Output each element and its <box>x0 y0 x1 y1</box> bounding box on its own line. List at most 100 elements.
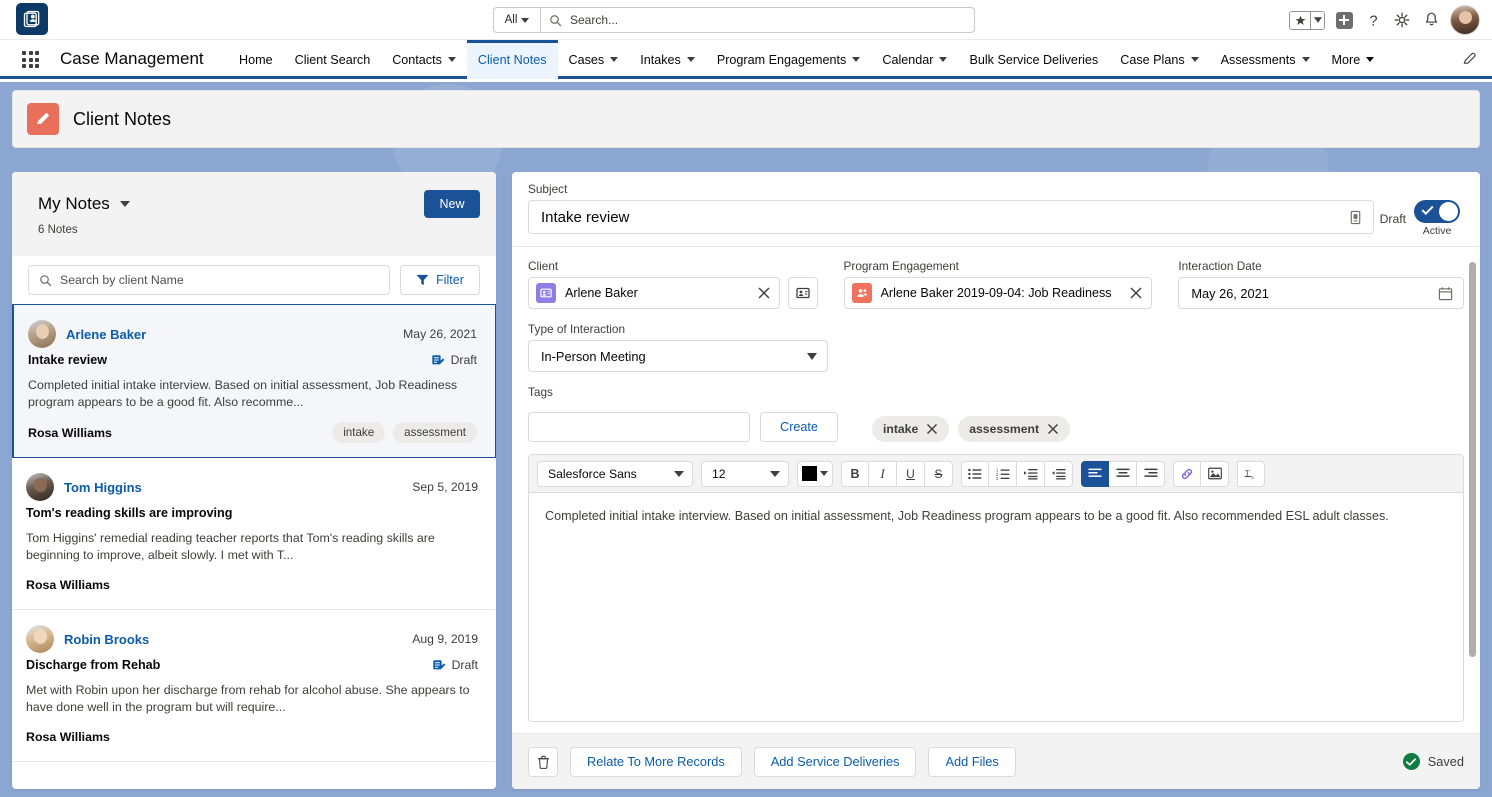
numbered-list-button[interactable]: 123 <box>989 461 1017 487</box>
nav-item-more[interactable]: More <box>1321 40 1386 79</box>
nav-item-calendar[interactable]: Calendar <box>871 40 958 79</box>
pencil-icon[interactable] <box>1462 51 1478 67</box>
calendar-icon[interactable] <box>1438 286 1453 301</box>
search-placeholder: Search... <box>570 13 618 27</box>
underline-button[interactable]: U <box>897 461 925 487</box>
italic-button[interactable]: I <box>869 461 897 487</box>
insert-link-button[interactable] <box>1173 461 1201 487</box>
nav-item-contacts[interactable]: Contacts <box>381 40 467 79</box>
insert-image-button[interactable] <box>1201 461 1229 487</box>
nav-item-cases[interactable]: Cases <box>558 40 630 79</box>
bulleted-list-button[interactable] <box>961 461 989 487</box>
new-note-button[interactable]: New <box>424 190 480 218</box>
favorites-control[interactable] <box>1289 11 1325 30</box>
app-launcher-icon[interactable] <box>22 51 40 69</box>
delete-note-button[interactable] <box>528 747 558 777</box>
note-list-item[interactable]: Tom HigginsSep 5, 2019Tom's reading skil… <box>12 458 496 610</box>
tag-chip[interactable]: assessment <box>958 416 1070 442</box>
note-list-item[interactable]: Robin BrooksAug 9, 2019Discharge from Re… <box>12 610 496 762</box>
add-service-deliveries-button[interactable]: Add Service Deliveries <box>754 747 917 777</box>
close-icon[interactable] <box>757 286 771 300</box>
text-color-picker[interactable] <box>797 461 833 487</box>
detail-panel-scrollbar-thumb[interactable] <box>1469 262 1476 657</box>
chevron-down-icon <box>852 57 860 62</box>
nav-item-assessments[interactable]: Assessments <box>1210 40 1321 79</box>
client-name-search-input[interactable]: Search by client Name <box>28 265 390 295</box>
align-center-button[interactable] <box>1109 461 1137 487</box>
global-header: All Search... ? <box>0 0 1492 40</box>
type-of-interaction-field: Type of Interaction In-Person Meeting <box>528 322 828 372</box>
chevron-down-icon <box>1302 57 1310 62</box>
note-client-link[interactable]: Arlene Baker <box>66 327 146 342</box>
toggle-state-label: Active <box>1423 225 1452 237</box>
search-scope-selector[interactable]: All <box>493 7 540 33</box>
status-badge: Saved <box>1403 753 1464 770</box>
create-tag-button[interactable]: Create <box>760 412 838 442</box>
note-list-item[interactable]: Arlene BakerMay 26, 2021Intake reviewDra… <box>12 304 496 458</box>
note-item-header: Robin BrooksAug 9, 2019 <box>26 624 478 654</box>
align-right-button[interactable] <box>1137 461 1165 487</box>
font-size-select[interactable]: 12 <box>701 461 789 487</box>
nav-item-bulk-service-deliveries[interactable]: Bulk Service Deliveries <box>958 40 1109 79</box>
nav-item-client-search[interactable]: Client Search <box>284 40 382 79</box>
note-body-preview: Met with Robin upon her discharge from r… <box>26 682 478 716</box>
indent-button[interactable] <box>1017 461 1045 487</box>
close-icon[interactable] <box>1047 423 1059 435</box>
list-view-selector[interactable]: My Notes <box>38 194 130 214</box>
tag-chip-list: intake assessment <box>872 416 1070 442</box>
nav-item-program-engagements[interactable]: Program Engagements <box>706 40 872 79</box>
note-author: Rosa Williams <box>28 426 112 440</box>
type-of-interaction-select[interactable]: In-Person Meeting <box>528 340 828 372</box>
outdent-button[interactable] <box>1045 461 1073 487</box>
add-button[interactable] <box>1334 10 1354 30</box>
note-client-link[interactable]: Tom Higgins <box>64 480 142 495</box>
filter-button[interactable]: Filter <box>400 265 480 295</box>
notes-list[interactable]: Arlene BakerMay 26, 2021Intake reviewDra… <box>12 304 496 789</box>
font-family-select[interactable]: Salesforce Sans <box>537 461 693 487</box>
client-lookup-button[interactable] <box>788 277 818 309</box>
interaction-date-input[interactable]: May 26, 2021 <box>1178 277 1464 309</box>
search-icon <box>39 274 52 287</box>
nav-item-client-notes[interactable]: Client Notes <box>467 40 558 79</box>
avatar[interactable] <box>1450 5 1480 35</box>
editor-content[interactable]: Completed initial intake interview. Base… <box>529 493 1463 721</box>
draft-icon <box>432 658 446 672</box>
strikethrough-button[interactable]: S <box>925 461 953 487</box>
chevron-down-icon <box>521 18 529 23</box>
note-body-preview: Completed initial intake interview. Base… <box>28 377 477 411</box>
close-icon[interactable] <box>1129 286 1143 300</box>
nav-item-home[interactable]: Home <box>228 40 284 79</box>
tag-chip-label: intake <box>883 422 918 436</box>
notifications-button[interactable] <box>1421 10 1441 30</box>
chevron-down-icon[interactable] <box>1310 12 1324 29</box>
align-left-button[interactable] <box>1081 461 1109 487</box>
global-search[interactable]: All Search... <box>493 7 975 33</box>
draft-active-toggle[interactable] <box>1414 200 1460 223</box>
app-logo[interactable] <box>16 3 48 35</box>
star-icon[interactable] <box>1290 12 1310 29</box>
relate-to-more-records-button[interactable]: Relate To More Records <box>570 747 742 777</box>
subject-input[interactable]: Intake review <box>528 200 1374 234</box>
program-engagement-lookup-pill[interactable]: Arlene Baker 2019-09-04: Job Readiness F <box>844 277 1153 309</box>
draft-status-badge: Draft <box>432 658 478 672</box>
note-icon[interactable] <box>1348 210 1363 225</box>
tag-chip-label: assessment <box>969 422 1039 436</box>
program-engagement-value: Arlene Baker 2019-09-04: Job Readiness F <box>881 286 1113 300</box>
remove-formatting-button[interactable]: Tx <box>1237 461 1265 487</box>
client-lookup-pill[interactable]: Arlene Baker <box>528 277 780 309</box>
search-input[interactable]: Search... <box>540 7 975 33</box>
close-icon[interactable] <box>926 423 938 435</box>
add-files-button[interactable]: Add Files <box>928 747 1015 777</box>
tag-chip[interactable]: intake <box>872 416 949 442</box>
note-author: Rosa Williams <box>26 730 110 744</box>
tag-input[interactable] <box>528 412 750 442</box>
bold-button[interactable]: B <box>841 461 869 487</box>
nav-item-case-plans[interactable]: Case Plans <box>1109 40 1209 79</box>
help-button[interactable]: ? <box>1363 10 1383 30</box>
app-stack-icon <box>22 9 42 29</box>
setup-button[interactable] <box>1392 10 1412 30</box>
note-client-link[interactable]: Robin Brooks <box>64 632 149 647</box>
nav-item-intakes[interactable]: Intakes <box>629 40 706 79</box>
nav-item-label: Program Engagements <box>717 53 847 67</box>
note-date: May 26, 2021 <box>403 327 477 341</box>
